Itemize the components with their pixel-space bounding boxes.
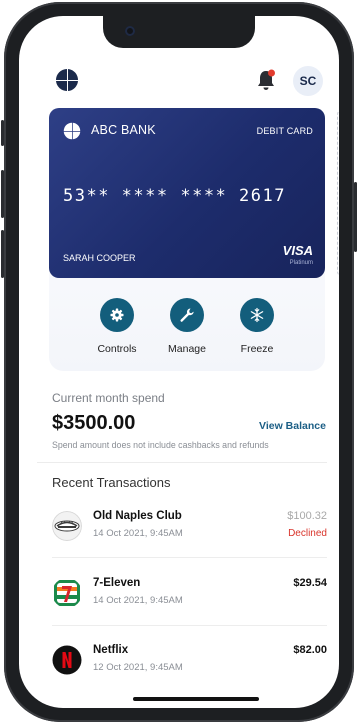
manage-label: Manage bbox=[168, 343, 206, 355]
notch bbox=[103, 16, 255, 48]
freeze-label: Freeze bbox=[240, 343, 274, 355]
card-holder-name: SARAH COOPER bbox=[63, 253, 136, 263]
netflix-logo bbox=[52, 645, 82, 675]
home-indicator[interactable] bbox=[133, 697, 259, 701]
bank-logo-icon[interactable] bbox=[55, 68, 79, 92]
recent-transactions-title: Recent Transactions bbox=[52, 475, 171, 490]
manage-button-circle[interactable] bbox=[170, 298, 204, 332]
phone-power-button bbox=[354, 182, 357, 252]
transaction-row[interactable]: Netflix 12 Oct 2021, 9:45AM $82.00 bbox=[52, 638, 327, 688]
manage-button[interactable]: Manage bbox=[152, 298, 222, 355]
phone-volume-down bbox=[1, 230, 4, 278]
spend-label: Current month spend bbox=[52, 391, 165, 405]
freeze-button-circle[interactable] bbox=[240, 298, 274, 332]
phone-volume-up bbox=[1, 170, 4, 218]
transaction-amount: $82.00 bbox=[293, 644, 327, 656]
transaction-amount: $100.32 bbox=[287, 510, 327, 522]
controls-button[interactable]: Controls bbox=[82, 298, 152, 355]
old-naples-club-logo bbox=[52, 511, 82, 541]
section-divider bbox=[37, 462, 327, 463]
front-camera bbox=[125, 26, 135, 36]
freeze-button[interactable]: Freeze bbox=[222, 298, 292, 355]
avatar[interactable]: SC bbox=[293, 66, 323, 96]
app-screen: SC ABC BANK DEBIT CARD 53** **** **** 26… bbox=[19, 16, 339, 708]
controls-label: Controls bbox=[97, 343, 137, 355]
transaction-name: Old Naples Club bbox=[93, 510, 182, 522]
notification-bell-icon[interactable] bbox=[255, 68, 277, 92]
transaction-row[interactable]: Old Naples Club 14 Oct 2021, 9:45AM $100… bbox=[52, 504, 327, 554]
wrench-icon bbox=[180, 308, 194, 322]
spend-note: Spend amount does not include cashbacks … bbox=[52, 440, 269, 450]
next-card-peek[interactable] bbox=[337, 108, 339, 278]
transaction-date: 14 Oct 2021, 9:45AM bbox=[93, 528, 183, 539]
snowflake-icon bbox=[250, 307, 264, 323]
controls-button-circle[interactable] bbox=[100, 298, 134, 332]
transaction-date: 12 Oct 2021, 9:45AM bbox=[93, 662, 183, 673]
transaction-date: 14 Oct 2021, 9:45AM bbox=[93, 595, 183, 606]
transaction-name: Netflix bbox=[93, 644, 129, 656]
transaction-amount: $29.54 bbox=[293, 577, 327, 589]
phone-silent-switch bbox=[1, 120, 4, 146]
card-number: 53** **** **** 2617 bbox=[63, 186, 286, 206]
gear-icon bbox=[110, 308, 124, 322]
card-section: ABC BANK DEBIT CARD 53** **** **** 2617 … bbox=[49, 108, 325, 371]
debit-card[interactable]: ABC BANK DEBIT CARD 53** **** **** 2617 … bbox=[49, 108, 325, 278]
card-tier: Platinum bbox=[289, 260, 313, 266]
transaction-row[interactable]: 7-Eleven 14 Oct 2021, 9:45AM $29.54 bbox=[52, 571, 327, 621]
transaction-name: 7-Eleven bbox=[93, 577, 141, 589]
transaction-separator bbox=[52, 557, 327, 558]
card-bank-logo-icon bbox=[63, 122, 81, 140]
transaction-status-declined: Declined bbox=[288, 528, 327, 539]
card-type-label: DEBIT CARD bbox=[256, 126, 313, 136]
phone-frame: SC ABC BANK DEBIT CARD 53** **** **** 26… bbox=[1, 2, 357, 722]
top-bar: SC bbox=[19, 66, 339, 96]
spend-amount: $3500.00 bbox=[52, 412, 136, 434]
card-actions: Controls Manage Freeze bbox=[49, 298, 325, 368]
card-bank-name: ABC BANK bbox=[91, 123, 156, 137]
seven-eleven-logo bbox=[54, 580, 80, 606]
transaction-separator bbox=[52, 625, 327, 626]
view-balance-link[interactable]: View Balance bbox=[259, 420, 326, 432]
card-network-logo: VISA bbox=[282, 243, 313, 258]
